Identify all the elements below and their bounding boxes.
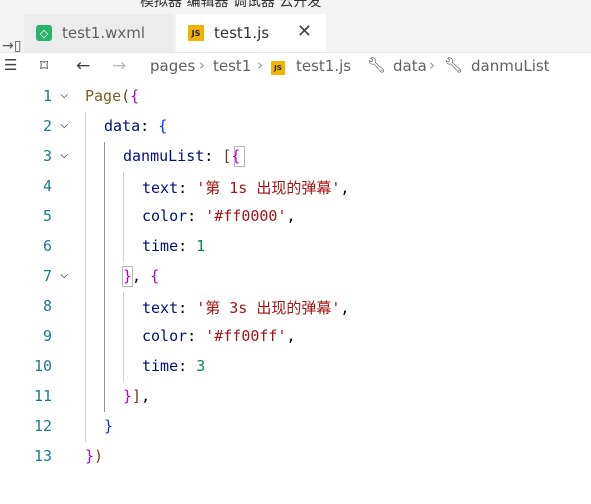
chevron-down-icon[interactable]: ⌵ bbox=[60, 116, 68, 132]
line-number: 5 bbox=[42, 207, 52, 225]
line-number: 13 bbox=[33, 447, 52, 465]
tab-test1-wxml[interactable]: ◇ test1.wxml bbox=[24, 14, 174, 52]
code-line: 5 color: '#ff0000', bbox=[0, 202, 591, 232]
chevron-down-icon[interactable]: ⌵ bbox=[60, 146, 68, 162]
token-key: color bbox=[142, 207, 188, 225]
line-number: 3 bbox=[42, 147, 52, 165]
chevron-right-icon: › bbox=[199, 56, 205, 74]
breadcrumb-item-danmulist[interactable]: danmuList bbox=[471, 57, 550, 75]
code-line: 11 }], bbox=[0, 382, 591, 412]
line-number: 1 bbox=[42, 87, 52, 105]
code-text: Page({ bbox=[85, 87, 140, 105]
code-text: data: { bbox=[104, 117, 168, 135]
line-number: 4 bbox=[42, 177, 52, 195]
code-editor[interactable]: 1 ⌵ Page({ 2 ⌵ data: { 3 ⌵ danmuList: [{… bbox=[0, 82, 591, 504]
code-line: 6 time: 1 bbox=[0, 232, 591, 262]
token-page: Page bbox=[85, 87, 122, 105]
token-key: text bbox=[142, 179, 179, 197]
token-string: '#ff0000' bbox=[205, 207, 287, 225]
code-text: text: '第 3s 出现的弹幕', bbox=[142, 299, 350, 317]
code-text: time: 1 bbox=[142, 237, 206, 255]
breadcrumb-item-data[interactable]: data bbox=[393, 57, 427, 75]
token-string: '#ff00ff' bbox=[205, 327, 287, 345]
code-line: 8 text: '第 3s 出现的弹幕', bbox=[0, 292, 591, 322]
code-line: 13 }) bbox=[0, 442, 591, 472]
chevron-down-icon[interactable]: ⌵ bbox=[60, 266, 68, 282]
breadcrumb-item-file[interactable]: test1.js bbox=[296, 57, 351, 75]
tab-bar: →▯ ◇ test1.wxml JS test1.js ✕ bbox=[0, 14, 591, 54]
token-key: text bbox=[142, 299, 179, 317]
chevron-right-icon: › bbox=[257, 56, 263, 74]
line-number: 10 bbox=[33, 357, 52, 375]
bookmark-icon[interactable]: ⌑ bbox=[40, 56, 48, 75]
token-data: data bbox=[104, 117, 141, 135]
code-text: danmuList: [{ bbox=[123, 147, 241, 165]
code-line: 3 ⌵ danmuList: [{ bbox=[0, 142, 591, 172]
js-file-icon: JS bbox=[188, 25, 204, 41]
token-key: time bbox=[142, 237, 179, 255]
menu-strip: 模拟器 编辑器 调试器 云开发 bbox=[0, 0, 591, 14]
code-line: 2 ⌵ data: { bbox=[0, 112, 591, 142]
code-line: 7 ⌵ }, { bbox=[0, 262, 591, 292]
token-number: 1 bbox=[196, 237, 206, 255]
tab-test1-js[interactable]: JS test1.js ✕ bbox=[176, 14, 326, 52]
line-number: 6 bbox=[42, 237, 52, 255]
chevron-down-icon[interactable]: ⌵ bbox=[60, 86, 68, 102]
code-text: color: '#ff0000', bbox=[142, 207, 296, 225]
token-string: '第 3s 出现的弹幕' bbox=[196, 299, 341, 317]
token-string: '第 1s 出现的弹幕' bbox=[196, 179, 341, 197]
token-key: time bbox=[142, 357, 179, 375]
menu-strip-text: 模拟器 编辑器 调试器 云开发 bbox=[140, 0, 322, 10]
line-number: 12 bbox=[33, 417, 52, 435]
line-number: 7 bbox=[42, 267, 52, 285]
line-number: 2 bbox=[42, 117, 52, 135]
js-file-icon: JS bbox=[271, 61, 285, 75]
breadcrumb: ☰ ⌑ ← → pages › test1 › JS test1.js 🔧︎ d… bbox=[0, 52, 591, 82]
code-text: text: '第 1s 出现的弹幕', bbox=[142, 179, 350, 197]
code-text: } bbox=[104, 417, 114, 435]
close-icon[interactable]: ✕ bbox=[297, 23, 312, 41]
code-line: 10 time: 3 bbox=[0, 352, 591, 382]
code-text: }) bbox=[85, 447, 104, 465]
code-line: 9 color: '#ff00ff', bbox=[0, 322, 591, 352]
wrench-icon: 🔧︎ bbox=[444, 56, 464, 74]
breadcrumb-item-pages[interactable]: pages bbox=[150, 57, 195, 75]
list-icon[interactable]: ☰ bbox=[4, 56, 17, 74]
line-number: 9 bbox=[42, 327, 52, 345]
breadcrumb-item-test1[interactable]: test1 bbox=[213, 57, 251, 75]
code-text: }, { bbox=[123, 267, 160, 285]
tab-label: test1.js bbox=[214, 24, 270, 42]
code-text: time: 3 bbox=[142, 357, 206, 375]
chevron-right-icon: › bbox=[429, 56, 435, 74]
back-arrow-icon[interactable]: ← bbox=[76, 56, 90, 76]
line-number: 11 bbox=[33, 387, 52, 405]
token-number: 3 bbox=[196, 357, 206, 375]
code-line: 12 } bbox=[0, 412, 591, 442]
wrench-icon: 🔧︎ bbox=[367, 56, 387, 74]
code-text: }], bbox=[123, 387, 151, 405]
tab-label: test1.wxml bbox=[62, 24, 146, 42]
token-danmulist: danmuList bbox=[123, 147, 205, 165]
code-text: color: '#ff00ff', bbox=[142, 327, 296, 345]
line-number: 8 bbox=[42, 297, 52, 315]
forward-arrow-icon[interactable]: → bbox=[112, 56, 126, 76]
wxml-file-icon: ◇ bbox=[36, 25, 52, 41]
code-line: 4 text: '第 1s 出现的弹幕', bbox=[0, 172, 591, 202]
code-line: 1 ⌵ Page({ bbox=[0, 82, 591, 112]
token-key: color bbox=[142, 327, 188, 345]
